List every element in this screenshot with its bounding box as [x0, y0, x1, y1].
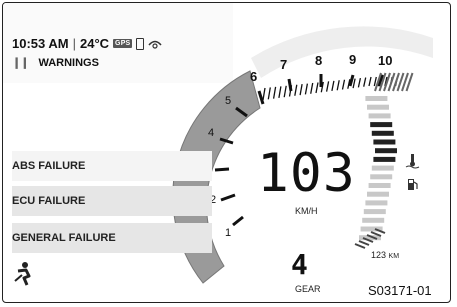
tick-minor: [278, 86, 282, 99]
range-bar-segment: [368, 183, 391, 188]
range-bar-segment: [371, 130, 394, 136]
gear-value: 4: [291, 248, 308, 281]
connectivity-icon: [148, 40, 163, 49]
tick-label: 1: [225, 227, 231, 239]
tick-minor: [352, 78, 356, 89]
tick-major: [348, 74, 355, 87]
tick-minor: [310, 82, 314, 94]
display-frame: 123 4 5 6 7 8 9 10 10:53 AM | 24°C GPS ❙❙ WARNI…: [2, 2, 451, 303]
tick-minor: [331, 80, 335, 92]
tick-minor: [357, 77, 362, 88]
warnings-label: WARNINGS: [38, 56, 99, 69]
tick-minor: [262, 87, 266, 101]
range-bar-segment: [373, 156, 396, 162]
tick-label: 5: [225, 95, 231, 107]
warning-item-ecu[interactable]: ECU FAILURE: [12, 186, 212, 216]
rider-seat-icon: [14, 262, 31, 286]
range-bar-segment: [365, 96, 388, 101]
warning-item-abs[interactable]: ABS FAILURE: [12, 151, 212, 181]
tick-minor: [267, 87, 271, 100]
temperature: 24°C: [80, 36, 110, 51]
tick-minor: [272, 86, 277, 99]
range-bar-segment: [363, 209, 386, 215]
warning-item-label: GENERAL FAILURE: [12, 232, 116, 244]
tick-label: 4: [208, 127, 214, 139]
range-bar-segment: [370, 174, 393, 180]
tick-label: 10: [378, 53, 392, 68]
clock-time: 10:53 AM: [12, 36, 69, 51]
pause-icon: ❙❙: [12, 57, 29, 69]
tick-minor: [368, 76, 372, 87]
tick-minor: [373, 76, 377, 87]
range-value: 123: [371, 250, 387, 260]
tick-minor: [315, 82, 319, 94]
tick-minor: [325, 81, 330, 92]
warning-item-label: ECU FAILURE: [12, 195, 86, 207]
tick-major: [257, 90, 265, 105]
range-readout: 123 KM: [371, 250, 399, 260]
tick-label: 9: [349, 52, 356, 67]
tick-label: 8: [315, 53, 322, 68]
status-bar: 10:53 AM | 24°C GPS: [12, 36, 163, 51]
speed-unit: KM/H: [295, 206, 318, 216]
gear-label: GEAR: [295, 284, 321, 294]
tick-minor: [294, 84, 298, 96]
dashboard-screen: 123 4 5 6 7 8 9 10 10:53 AM | 24°C GPS ❙❙ WARNI…: [0, 0, 457, 307]
range-bar-segment: [362, 217, 385, 223]
warning-item-label: ABS FAILURE: [12, 160, 86, 172]
tick-major: [232, 215, 244, 227]
tick-label: 7: [280, 57, 287, 72]
range-bar-tail: [358, 240, 370, 246]
tick-minor: [336, 80, 340, 91]
gps-icon: GPS: [113, 39, 133, 48]
range-bar-segment: [367, 104, 389, 110]
phone-icon: [136, 37, 145, 50]
warnings-header[interactable]: ❙❙ WARNINGS: [12, 56, 99, 70]
range-bar-tail: [354, 243, 366, 249]
tick-minor: [304, 83, 309, 95]
tick-major: [214, 167, 230, 172]
figure-code: S03171-01: [368, 283, 432, 298]
tick-minor: [341, 79, 346, 90]
status-separator: |: [72, 36, 76, 51]
coolant-temp-icon: [405, 154, 420, 169]
range-bars: [354, 96, 397, 249]
tick-minor: [299, 84, 303, 96]
range-bar-segment: [375, 148, 397, 154]
tick-major: [220, 193, 236, 202]
tick-minor: [283, 85, 287, 98]
range-bar-segment: [367, 191, 389, 197]
range-unit: KM: [388, 253, 400, 260]
tick-label: 6: [250, 69, 257, 84]
range-bar-segment: [373, 139, 396, 145]
warning-item-general[interactable]: GENERAL FAILURE: [12, 223, 212, 253]
range-bar-segment: [370, 122, 393, 128]
range-bar-segment: [365, 200, 388, 206]
speed-value: 103: [257, 143, 356, 204]
range-bar-segment: [368, 113, 391, 119]
tick-minor: [363, 77, 367, 87]
arc-band: [251, 26, 433, 78]
range-bar-segment: [371, 165, 394, 171]
fuel-pump-icon: [408, 179, 418, 190]
